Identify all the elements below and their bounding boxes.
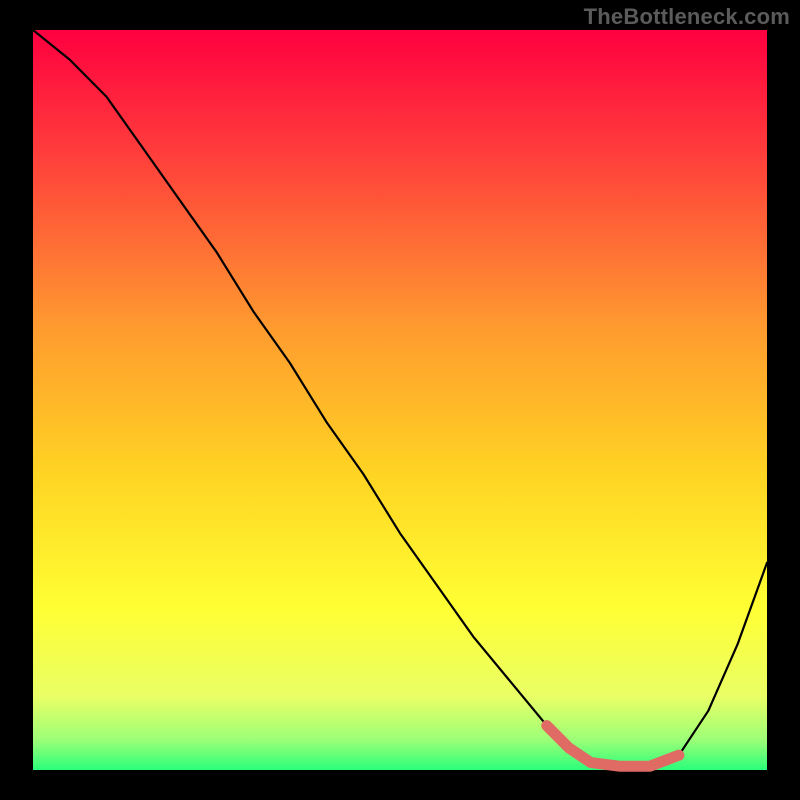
chart-container: TheBottleneck.com: [0, 0, 800, 800]
watermark-text: TheBottleneck.com: [584, 4, 790, 30]
plot-background: [33, 30, 767, 770]
bottleneck-chart: [0, 0, 800, 800]
